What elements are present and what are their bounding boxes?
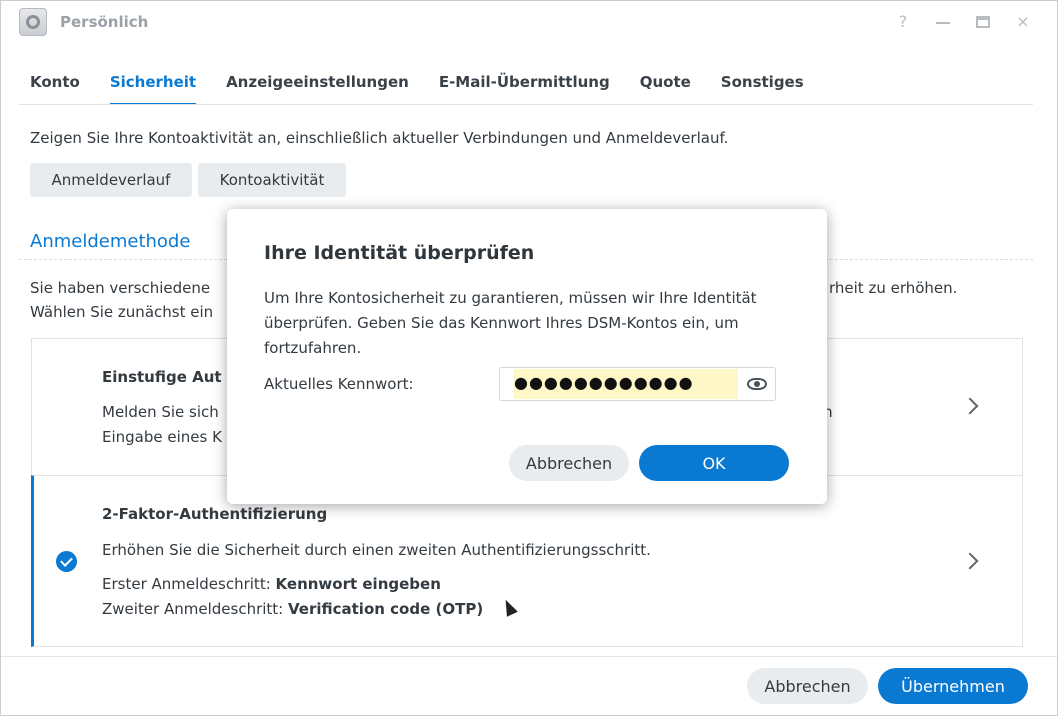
dialog-title: Ihre Identität überprüfen <box>264 242 535 264</box>
dialog-ok-button[interactable]: OK <box>639 445 789 481</box>
maximize-icon[interactable] <box>972 11 994 33</box>
login-history-button[interactable]: Anmeldeverlauf <box>30 163 192 197</box>
tab-email[interactable]: E-Mail-Übermittlung <box>439 73 610 105</box>
account-activity-button[interactable]: Kontoaktivität <box>198 163 346 197</box>
verify-identity-dialog: Ihre Identität überprüfen Um Ihre Kontos… <box>227 209 827 504</box>
password-field[interactable]: ●●●●●●●●●●●● <box>499 367 776 401</box>
card-desc: Erhöhen Sie die Sicherheit durch einen z… <box>102 541 651 559</box>
dialog-text: Um Ihre Kontosicherheit zu garantieren, … <box>264 289 757 357</box>
first-step-value: Kennwort eingeben <box>275 575 441 593</box>
card-title: Einstufige Aut <box>102 368 222 386</box>
login-method-desc-start: Sie haben verschiedene <box>30 279 211 297</box>
tab-anzeigeeinstellungen[interactable]: Anzeigeeinstellungen <box>226 73 409 105</box>
second-step-label: Zweiter Anmeldeschritt: <box>102 600 288 618</box>
password-label: Aktuelles Kennwort: <box>264 375 414 393</box>
chevron-right-icon <box>961 397 979 415</box>
tab-konto[interactable]: Konto <box>30 73 80 105</box>
activity-intro: Zeigen Sie Ihre Kontoaktivität an, einsc… <box>30 129 729 147</box>
login-method-desc-line2: Wählen Sie zunächst ein <box>30 303 214 321</box>
close-icon[interactable]: × <box>1012 11 1034 33</box>
tab-sonstiges[interactable]: Sonstiges <box>721 73 804 105</box>
password-value: ●●●●●●●●●●●● <box>514 373 694 392</box>
settings-app-icon <box>19 8 47 36</box>
first-step-label: Erster Anmeldeschritt: <box>102 575 276 593</box>
eye-icon[interactable] <box>747 378 767 390</box>
personal-settings-window: Persönlich ? × Konto Sicherheit Anzeigee… <box>0 0 1058 716</box>
apply-button[interactable]: Übernehmen <box>878 668 1028 704</box>
minimize-icon[interactable] <box>932 11 954 33</box>
login-method-title: Anmeldemethode <box>30 231 191 252</box>
title-bar: Persönlich ? × <box>1 1 1057 45</box>
card-desc-start: Melden Sie sich <box>102 403 219 421</box>
tab-bar: Konto Sicherheit Anzeigeeinstellungen E-… <box>30 73 834 105</box>
window-title: Persönlich <box>60 13 149 31</box>
check-circle-icon <box>56 551 77 572</box>
card-desc-line2: Eingabe eines K <box>102 428 222 446</box>
tab-sicherheit[interactable]: Sicherheit <box>109 73 197 105</box>
card-title: 2-Faktor-Authentifizierung <box>102 505 328 523</box>
footer-divider <box>1 656 1057 657</box>
chevron-right-icon <box>961 552 979 570</box>
help-icon[interactable]: ? <box>892 11 914 33</box>
login-method-desc-end: rheit zu erhöhen. <box>829 279 958 297</box>
cancel-button[interactable]: Abbrechen <box>747 668 868 704</box>
first-step-row: Erster Anmeldeschritt: Kennwort eingeben <box>102 575 441 593</box>
dialog-cancel-button[interactable]: Abbrechen <box>509 445 629 481</box>
tab-divider <box>19 104 1033 105</box>
tab-quote[interactable]: Quote <box>640 73 691 105</box>
second-step-value: Verification code (OTP) <box>288 600 484 618</box>
second-step-row: Zweiter Anmeldeschritt: Verification cod… <box>102 600 483 618</box>
